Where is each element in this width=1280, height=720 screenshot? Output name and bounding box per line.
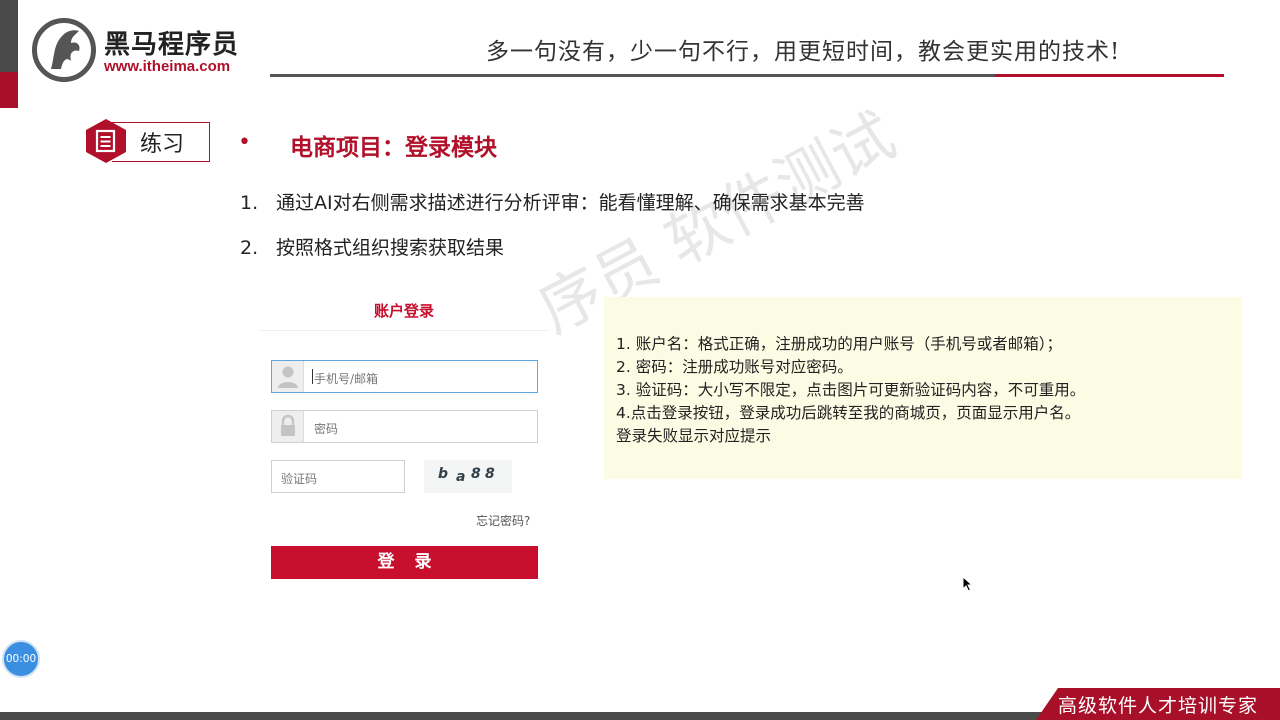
footer-tagline: 高级软件人才培训专家: [1058, 695, 1259, 717]
forgot-password-link[interactable]: 忘记密码?: [476, 512, 530, 529]
task-text: 通过AI对右侧需求描述进行分析评审：能看懂理解、确保需求基本完善: [276, 192, 865, 214]
requirement-line: 2. 密码：注册成功账号对应密码。: [616, 358, 853, 376]
section-bullet: •: [238, 130, 251, 155]
text-caret: [312, 369, 313, 384]
task-item: 2. 按照格式组织搜索获取结果: [240, 233, 504, 260]
username-field[interactable]: 手机号/邮箱: [271, 360, 538, 393]
recording-timer[interactable]: 00:00: [2, 640, 40, 678]
user-icon: [272, 361, 304, 392]
left-edge-red-bar: [0, 72, 18, 108]
password-field[interactable]: 密码: [271, 410, 538, 443]
section-title: 电商项目：登录模块: [290, 135, 497, 161]
captcha-placeholder: 验证码: [281, 472, 318, 486]
captcha-char: a: [456, 469, 466, 485]
login-form-title: 账户登录: [374, 302, 435, 320]
exercise-label: 练习: [140, 132, 185, 157]
lock-icon: [272, 411, 304, 442]
captcha-char: 8: [471, 466, 481, 482]
requirements-panel: 1. 账户名：格式正确，注册成功的用户账号（手机号或者邮箱）； 2. 密码：注册…: [604, 297, 1242, 479]
brand-logo: 黑马程序员 www.itheima.com: [30, 14, 270, 82]
task-number: 1.: [240, 192, 259, 214]
task-text: 按照格式组织搜索获取结果: [276, 237, 505, 259]
login-button[interactable]: 登录: [271, 546, 538, 579]
password-placeholder: 密码: [314, 422, 339, 436]
captcha-char: b: [438, 466, 449, 482]
mouse-cursor-icon: [962, 576, 974, 592]
captcha-field[interactable]: 验证码: [271, 460, 405, 493]
requirement-line: 登录失败显示对应提示: [616, 427, 772, 445]
username-placeholder: 手机号/邮箱: [314, 372, 379, 386]
login-form-divider: [258, 330, 550, 331]
task-item: 1. 通过AI对右侧需求描述进行分析评审：能看懂理解、确保需求基本完善: [240, 188, 865, 215]
horse-logo-icon: [32, 18, 96, 82]
requirement-line: 3. 验证码：大小写不限定，点击图片可更新验证码内容，不可重用。: [616, 381, 1086, 399]
left-edge-dark-bar: [0, 0, 18, 72]
header-divider-accent: [995, 74, 1224, 77]
captcha-char: 8: [485, 466, 495, 482]
brand-url: www.itheima.com: [104, 58, 231, 75]
requirement-line: 4.点击登录按钮，登录成功后跳转至我的商城页，页面显示用户名。: [616, 404, 1081, 422]
header-slogan: 多一句没有，少一句不行，用更短时间，教会更实用的技术!: [486, 39, 1121, 65]
brand-name: 黑马程序员: [104, 30, 240, 60]
task-number: 2.: [240, 237, 259, 259]
captcha-image[interactable]: b a 8 8: [424, 460, 512, 493]
requirement-line: 1. 账户名：格式正确，注册成功的用户账号（手机号或者邮箱）；: [616, 335, 1062, 353]
